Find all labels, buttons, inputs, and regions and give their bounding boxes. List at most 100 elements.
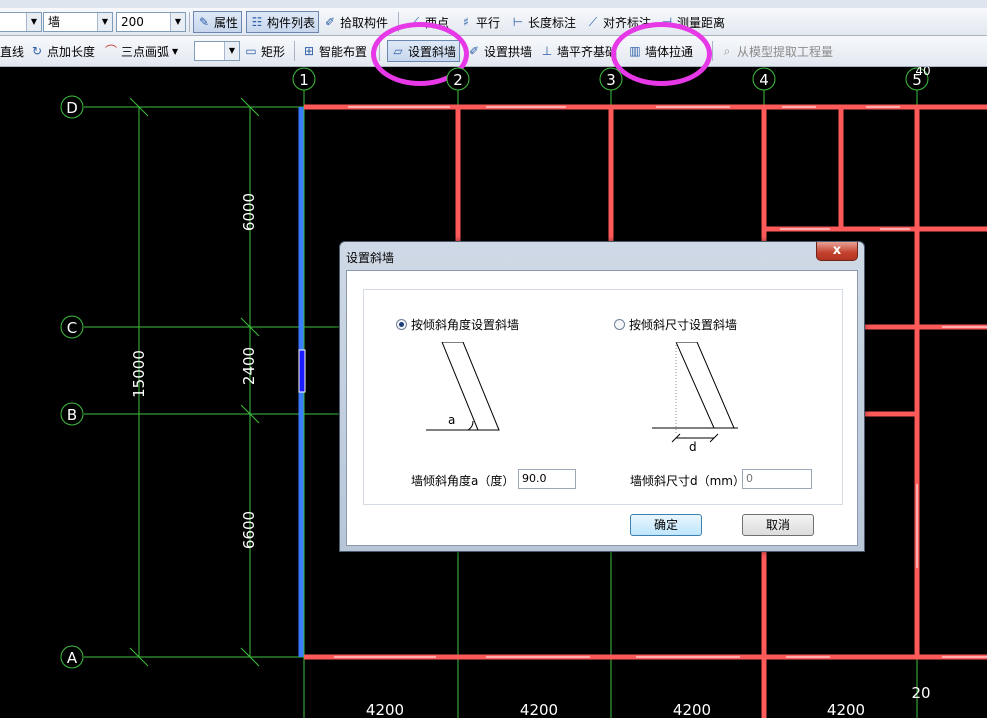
two-points-icon: ⟋ bbox=[410, 15, 420, 29]
span-label: 4200 bbox=[366, 701, 404, 718]
chevron-down-icon[interactable]: ▼ bbox=[26, 13, 41, 31]
measure-distance-label: 测量距离 bbox=[677, 15, 726, 30]
toolbar-drawing: 直线 ↻ 点加长度 ⌒ 三点画弧 ▼ ▼ ▭ 矩形 ⊞ 智能布置 ▱ 设置斜墙 ✐ 设置拱墙 … bbox=[0, 36, 987, 67]
span-label: 2400 bbox=[240, 347, 258, 385]
wall-extend-label: 墙体拉通 bbox=[645, 44, 694, 59]
grid-col-label: 1 bbox=[299, 71, 309, 89]
radio-size-label: 按倾斜尺寸设置斜墙 bbox=[629, 318, 738, 332]
radio-size-option[interactable]: 按倾斜尺寸设置斜墙 bbox=[614, 316, 737, 333]
grid-col-label: 3 bbox=[606, 71, 616, 89]
separator bbox=[294, 41, 295, 61]
span-label: 6600 bbox=[240, 511, 258, 549]
radio-angle-label: 按倾斜角度设置斜墙 bbox=[411, 318, 520, 332]
parallel-label: 平行 bbox=[476, 15, 501, 30]
separator bbox=[398, 12, 399, 32]
point-length-label: 点加长度 bbox=[47, 44, 96, 59]
rectangle-icon: ▭ bbox=[245, 44, 257, 58]
two-points-label: 两点 bbox=[425, 15, 450, 30]
properties-label: 属性 bbox=[214, 15, 239, 30]
rectangle-label: 矩形 bbox=[261, 44, 286, 59]
set-slant-wall-button[interactable]: ▱ 设置斜墙 bbox=[387, 40, 461, 62]
line-label: 直线 bbox=[0, 44, 25, 59]
separator bbox=[379, 41, 380, 61]
extract-quantities-button[interactable]: ⌕ 从模型提取工程量 bbox=[720, 40, 833, 62]
angle-field-label: 墙倾斜角度a（度） bbox=[411, 474, 515, 488]
radio-angle-option[interactable]: 按倾斜角度设置斜墙 bbox=[396, 316, 519, 333]
span-label: 4200 bbox=[673, 701, 711, 718]
slant-wall-icon: ▱ bbox=[393, 44, 403, 58]
grid-row-label: D bbox=[66, 99, 78, 117]
wall-extend-icon: ▥ bbox=[629, 44, 641, 58]
options-group: 按倾斜角度设置斜墙 按倾斜尺寸设置斜墙 a d 墙倾斜角度a（度） 90.0 墙… bbox=[363, 289, 843, 505]
measure-icon: ⊣ bbox=[661, 15, 673, 29]
align-dimension-icon: ⟋ bbox=[588, 15, 598, 29]
angle-input[interactable]: 90.0 bbox=[518, 469, 576, 489]
span-label: 6000 bbox=[240, 193, 258, 231]
wall-grip[interactable] bbox=[298, 349, 306, 393]
three-point-arc-button[interactable]: ⌒ 三点画弧 ▼ bbox=[104, 40, 178, 62]
set-arch-wall-label: 设置拱墙 bbox=[484, 44, 533, 59]
dialog-client: 按倾斜角度设置斜墙 按倾斜尺寸设置斜墙 a d 墙倾斜角度a（度） 90.0 墙… bbox=[346, 270, 858, 546]
radio-indicator[interactable] bbox=[396, 319, 407, 330]
chevron-down-icon[interactable]: ▼ bbox=[97, 13, 112, 31]
chevron-down-icon[interactable]: ▼ bbox=[224, 42, 239, 60]
set-slant-wall-dialog: 设置斜墙 x 按倾斜角度设置斜墙 按倾斜尺寸设置斜墙 a d 墙倾斜角度a（度）… bbox=[339, 241, 865, 552]
align-annotation-button[interactable]: ⟋ 对齐标注 bbox=[586, 11, 651, 33]
grid-row-label: A bbox=[67, 649, 78, 667]
properties-button[interactable]: ✎ 属性 bbox=[193, 11, 243, 33]
parallel-icon: ♯ bbox=[463, 15, 469, 29]
span-label: 4200 bbox=[827, 701, 865, 718]
ok-button[interactable]: 确定 bbox=[630, 514, 702, 536]
corner-label: 20 bbox=[911, 684, 930, 702]
radio-indicator[interactable] bbox=[614, 319, 625, 330]
chevron-down-icon[interactable]: ▼ bbox=[170, 13, 185, 31]
arc-icon: ⌒ bbox=[104, 44, 117, 58]
grid-row-label: B bbox=[67, 406, 77, 424]
floor-combo[interactable]: ▼ bbox=[0, 12, 42, 32]
list-icon: ☷ bbox=[251, 15, 263, 29]
dialog-title: 设置斜墙 bbox=[346, 251, 395, 265]
pick-component-button[interactable]: ✐ 拾取构件 bbox=[323, 11, 388, 33]
span-label: 4200 bbox=[520, 701, 558, 718]
measure-distance-button[interactable]: ⊣ 测量距离 bbox=[660, 11, 725, 33]
line-button[interactable]: 直线 bbox=[0, 40, 24, 62]
pick-icon: ✐ bbox=[324, 15, 336, 29]
wall-thickness-combo[interactable]: 200 ▼ bbox=[116, 12, 186, 32]
length-annotation-button[interactable]: ⊢ 长度标注 bbox=[511, 11, 576, 33]
total-span-label: 15000 bbox=[130, 350, 148, 398]
grid-col-label: 4 bbox=[759, 71, 769, 89]
component-type-value: 墙 bbox=[48, 15, 61, 29]
wall-extend-button[interactable]: ▥ 墙体拉通 bbox=[628, 40, 693, 62]
close-button[interactable]: x bbox=[816, 242, 858, 261]
properties-icon: ✎ bbox=[198, 15, 210, 29]
parallel-button[interactable]: ♯ 平行 bbox=[459, 11, 500, 33]
three-point-arc-label: 三点画弧 bbox=[121, 44, 170, 59]
component-list-label: 构件列表 bbox=[267, 15, 316, 30]
arc-mode-combo[interactable]: ▼ bbox=[194, 41, 240, 61]
wall-align-base-button[interactable]: ⊥ 墙平齐基础 bbox=[540, 40, 617, 62]
point-length-icon: ↻ bbox=[31, 44, 43, 58]
smart-layout-button[interactable]: ⊞ 智能布置 bbox=[302, 40, 367, 62]
rectangle-button[interactable]: ▭ 矩形 bbox=[244, 40, 285, 62]
angle-letter: a bbox=[448, 413, 455, 427]
close-icon: x bbox=[832, 243, 842, 258]
grid-row-label: C bbox=[67, 319, 77, 337]
set-slant-wall-label: 设置斜墙 bbox=[408, 44, 457, 59]
corner-label: 40 bbox=[915, 67, 930, 78]
size-input[interactable]: 0 bbox=[742, 469, 812, 489]
component-list-button[interactable]: ☷ 构件列表 bbox=[246, 11, 320, 33]
arch-wall-icon: ✐ bbox=[468, 44, 480, 58]
grid-col-label: 2 bbox=[453, 71, 463, 89]
component-type-combo[interactable]: 墙 ▼ bbox=[43, 12, 113, 32]
chevron-down-icon[interactable]: ▼ bbox=[172, 47, 178, 56]
smart-layout-label: 智能布置 bbox=[319, 44, 368, 59]
dimension-icon: ⊢ bbox=[512, 15, 524, 29]
set-arch-wall-button[interactable]: ✐ 设置拱墙 bbox=[467, 40, 532, 62]
point-length-button[interactable]: ↻ 点加长度 bbox=[30, 40, 95, 62]
separator bbox=[189, 12, 190, 32]
two-points-button[interactable]: ⟋ 两点 bbox=[408, 11, 449, 33]
toolbar-primary: ▼ 墙 ▼ 200 ▼ ✎ 属性 ☷ 构件列表 ✐ 拾取构件 ⟋ 两点 ♯ 平行 ⊢ 长度标注 … bbox=[0, 8, 987, 36]
length-annotation-label: 长度标注 bbox=[528, 15, 577, 30]
smart-layout-icon: ⊞ bbox=[303, 44, 315, 58]
cancel-button[interactable]: 取消 bbox=[742, 514, 814, 536]
